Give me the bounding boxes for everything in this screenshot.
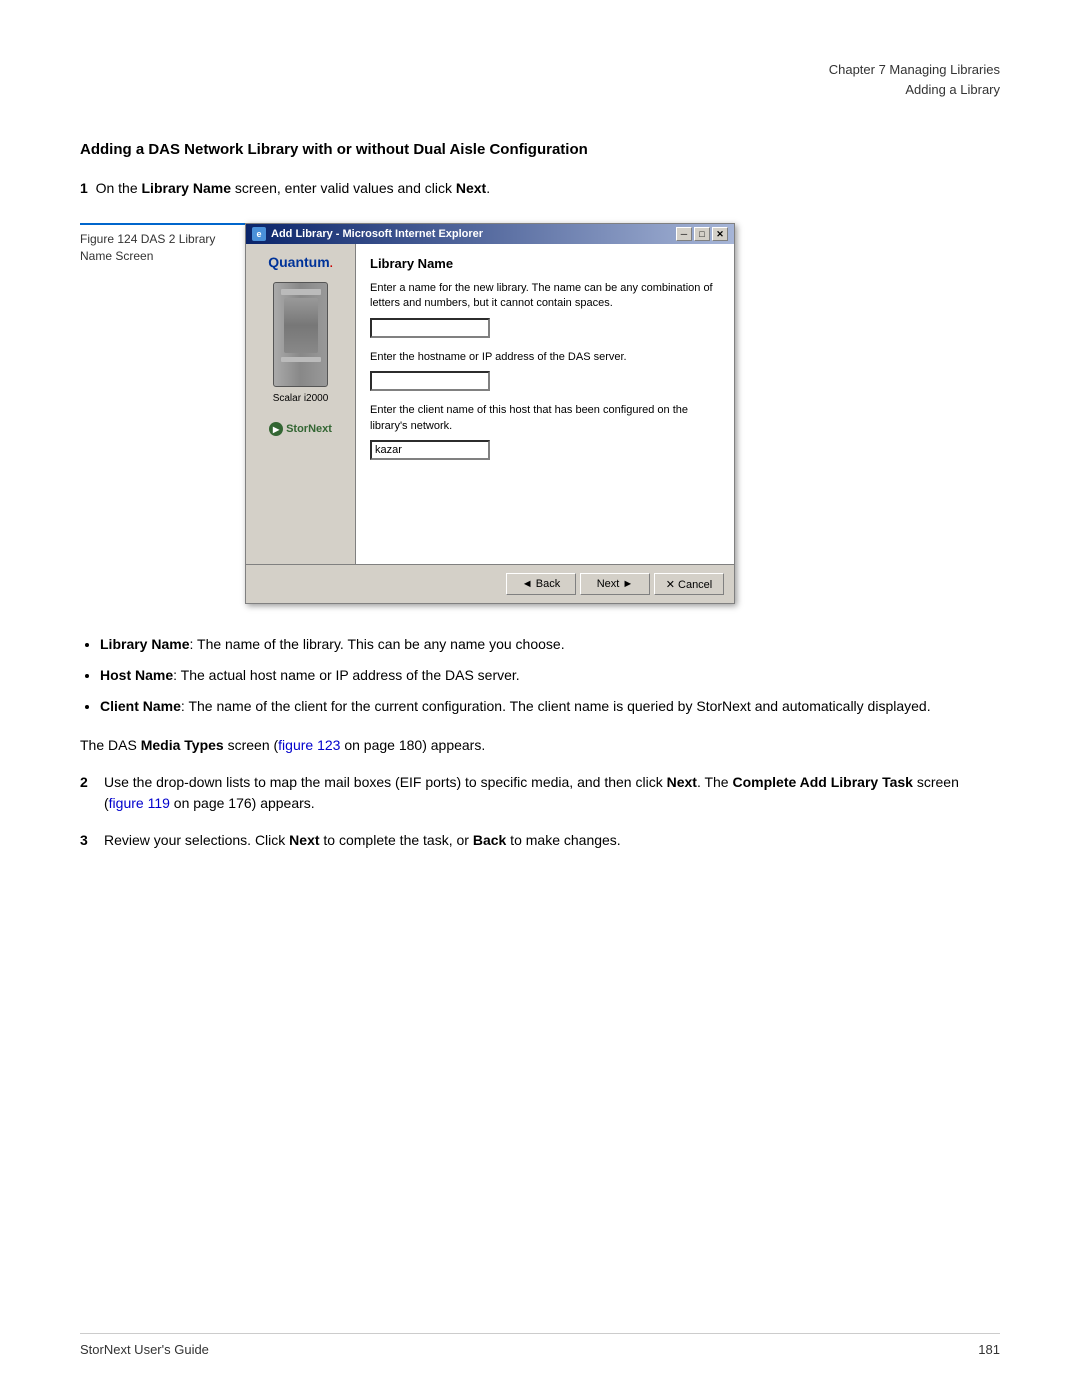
bullet-list: Library Name: The name of the library. T… [100, 634, 1000, 717]
dialog-body: Quantum. Scalar i2000 ▶ StorNext [246, 244, 734, 564]
dialog-window: e Add Library - Microsoft Internet Explo… [245, 223, 735, 604]
section-title: Adding a DAS Network Library with or wit… [80, 139, 1000, 160]
bullet2-bold: Host Name [100, 667, 173, 683]
cancel-button[interactable]: ✕ Cancel [654, 573, 724, 595]
list-item: Client Name: The name of the client for … [100, 696, 1000, 717]
library-name-input[interactable] [370, 318, 490, 338]
minimize-button[interactable]: ─ [676, 227, 692, 241]
step3-next-bold: Next [289, 832, 319, 848]
dialog-controls[interactable]: ─ □ ✕ [676, 227, 728, 241]
close-button[interactable]: ✕ [712, 227, 728, 241]
page-header: Chapter 7 Managing Libraries Adding a Li… [80, 60, 1000, 99]
step2-content: Use the drop-down lists to map the mail … [104, 772, 1000, 814]
bullet3-bold: Client Name [100, 698, 181, 714]
maximize-button[interactable]: □ [694, 227, 710, 241]
tape-library-illustration [273, 282, 328, 387]
dialog-sidebar: Quantum. Scalar i2000 ▶ StorNext [246, 244, 356, 564]
figure-area: Figure 124 DAS 2 Library Name Screen e A… [80, 223, 1000, 604]
step3-back-bold: Back [473, 832, 506, 848]
next-button[interactable]: Next ► [580, 573, 650, 595]
ie-icon: e [252, 227, 266, 241]
figure119-link[interactable]: figure 119 [109, 795, 170, 811]
subsection-line: Adding a Library [829, 80, 1000, 100]
figure-label: Figure 124 DAS 2 Library Name Screen [80, 223, 245, 265]
step1-text: 1 On the Library Name screen, enter vali… [80, 178, 1000, 199]
step3-number: 3 [80, 830, 104, 851]
figure123-link[interactable]: figure 123 [278, 737, 340, 753]
bullet1-bold: Library Name [100, 636, 189, 652]
field3-description: Enter the client name of this host that … [370, 403, 720, 434]
field1-description: Enter a name for the new library. The na… [370, 281, 720, 312]
step3-content: Review your selections. Click Next to co… [104, 830, 1000, 851]
dialog-titlebar: e Add Library - Microsoft Internet Explo… [246, 224, 734, 244]
media-types-bold: Media Types [141, 737, 224, 753]
back-button[interactable]: ◄ Back [506, 573, 576, 595]
footer-left: StorNext User's Guide [80, 1342, 209, 1357]
step2: 2 Use the drop-down lists to map the mai… [80, 772, 1000, 814]
hostname-input[interactable] [370, 371, 490, 391]
chapter-line: Chapter 7 Managing Libraries [829, 60, 1000, 80]
dialog-section-heading: Library Name [370, 256, 720, 271]
stornext-logo: ▶ StorNext [269, 422, 332, 436]
stornext-icon: ▶ [269, 422, 283, 436]
step1-next: Next [456, 180, 486, 196]
list-item: Library Name: The name of the library. T… [100, 634, 1000, 655]
list-item: Host Name: The actual host name or IP ad… [100, 665, 1000, 686]
step1-number: 1 [80, 180, 88, 196]
chapter-info: Chapter 7 Managing Libraries Adding a Li… [829, 60, 1000, 99]
quantum-logo: Quantum. [268, 254, 333, 270]
step3: 3 Review your selections. Click Next to … [80, 830, 1000, 851]
dialog-titlebar-title: e Add Library - Microsoft Internet Explo… [252, 227, 483, 241]
stornext-label: StorNext [286, 423, 332, 435]
field2-description: Enter the hostname or IP address of the … [370, 350, 720, 365]
step2-complete-bold: Complete Add Library Task [732, 774, 912, 790]
step2-number: 2 [80, 772, 104, 814]
footer-page: 181 [978, 1342, 1000, 1357]
dialog-content: Library Name Enter a name for the new li… [356, 244, 734, 564]
dialog-footer: ◄ Back Next ► ✕ Cancel [246, 564, 734, 603]
step1-bold: Library Name [142, 180, 231, 196]
client-name-input[interactable] [370, 440, 490, 460]
page-footer: StorNext User's Guide 181 [80, 1333, 1000, 1357]
dialog-title-text: Add Library - Microsoft Internet Explore… [271, 228, 483, 240]
scalar-label: Scalar i2000 [273, 393, 329, 404]
media-types-text: The DAS Media Types screen (figure 123 o… [80, 735, 1000, 756]
step2-next-bold: Next [667, 774, 697, 790]
page-container: Chapter 7 Managing Libraries Adding a Li… [0, 0, 1080, 1397]
